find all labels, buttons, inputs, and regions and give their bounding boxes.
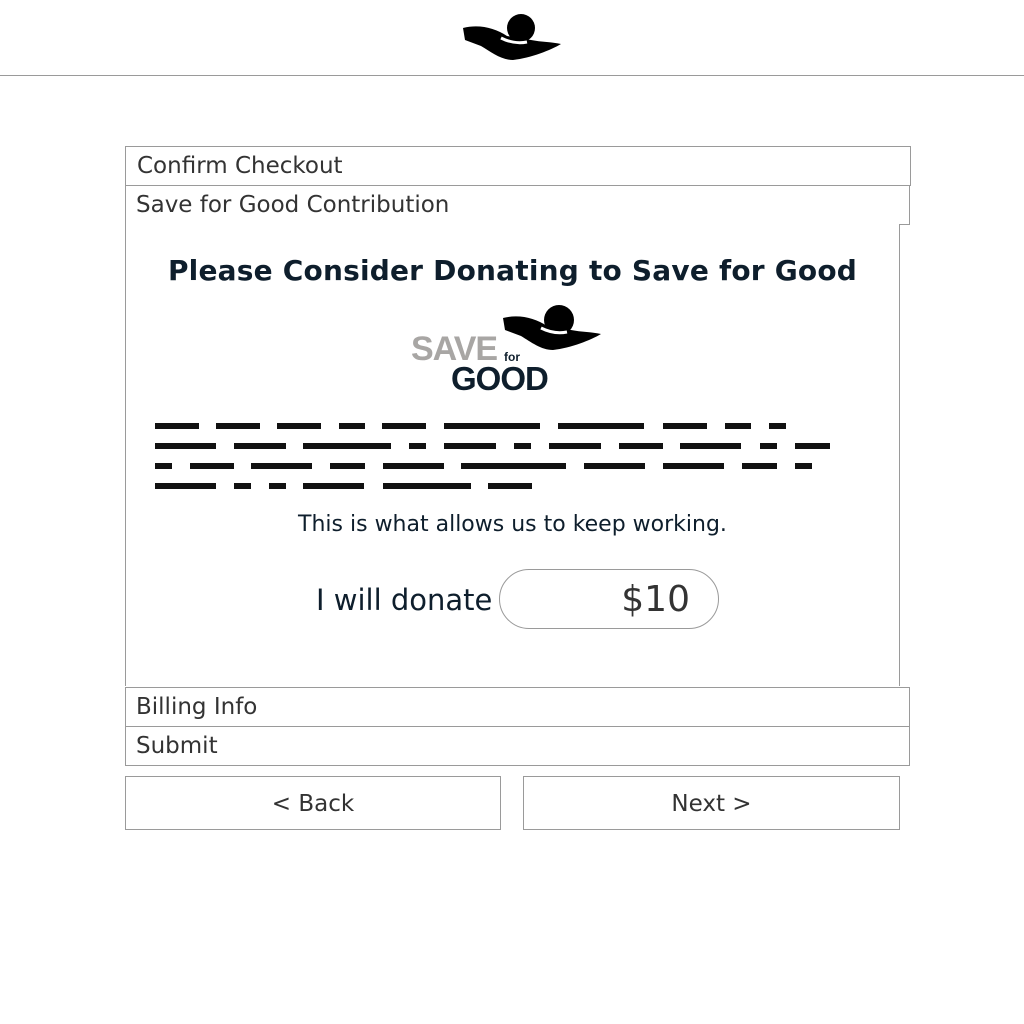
next-button[interactable]: Next > [523, 776, 900, 830]
save-for-good-logo: SAVE for GOOD [411, 304, 611, 399]
step-submit[interactable]: Submit [125, 726, 910, 766]
redacted-paragraph [155, 421, 845, 501]
logo-text-good: GOOD [451, 360, 549, 397]
donation-amount-row: I will donate [126, 569, 899, 631]
redacted-line [155, 441, 845, 461]
donation-amount-input[interactable] [499, 569, 719, 629]
redacted-line [155, 481, 845, 501]
top-bar [0, 0, 1024, 76]
redacted-line [155, 461, 845, 481]
tagline: This is what allows us to keep working. [298, 512, 727, 537]
step-confirm-checkout[interactable]: Confirm Checkout [125, 146, 911, 186]
contribution-panel: Please Consider Donating to Save for Goo… [125, 224, 900, 686]
donation-hand-icon [503, 305, 601, 350]
donation-hand-icon [463, 14, 561, 61]
step-billing-info[interactable]: Billing Info [125, 687, 910, 727]
redacted-line [155, 421, 845, 441]
page-title: Please Consider Donating to Save for Goo… [167, 254, 858, 287]
step-save-for-good-contribution[interactable]: Save for Good Contribution [125, 185, 910, 225]
donate-label: I will donate [316, 583, 493, 617]
back-button[interactable]: < Back [125, 776, 501, 830]
